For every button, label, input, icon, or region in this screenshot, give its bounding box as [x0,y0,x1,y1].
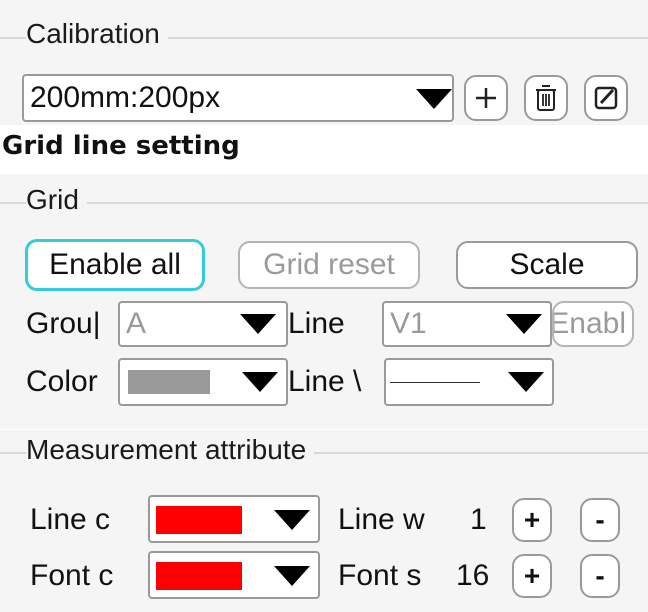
chevron-down-icon [240,314,276,334]
line-color-select[interactable] [148,495,320,543]
line-width-increase-button[interactable]: + [512,498,552,542]
group-select[interactable]: A [118,301,288,347]
grid-title: Grid [26,184,87,216]
line-width-measure-label: Line w [338,503,425,536]
font-color-label: Font c [30,559,114,592]
line-color-swatch [156,506,242,534]
group-select-value: A [126,307,147,340]
enable-line-label: Enabl [552,307,626,340]
measurement-title: Measurement attribute [26,434,315,466]
chevron-down-icon [508,372,544,392]
grid-line-setting-heading: Grid line setting [2,131,240,161]
line-width-value: 1 [470,503,487,536]
font-size-increase-button[interactable]: + [512,554,552,598]
color-label: Color [26,365,98,398]
calibration-divider-left [0,37,18,39]
group-label: Grou| [26,307,101,340]
calibration-select[interactable]: 200mm:200px [22,74,454,122]
chevron-down-icon [416,89,452,109]
line-select-value: V1 [390,307,427,340]
line-width-decrease-button[interactable]: - [580,498,620,542]
chevron-down-icon [274,510,310,530]
line-select[interactable]: V1 [382,301,552,347]
edit-icon [594,86,618,110]
font-size-decrease-button[interactable]: - [580,554,620,598]
chevron-down-icon [242,372,278,392]
font-color-swatch [156,562,242,590]
calibration-select-value: 200mm:200px [30,81,221,114]
line-width-label: Line \ [288,365,362,398]
delete-calibration-button[interactable] [524,75,568,121]
enable-all-button[interactable]: Enable all [25,239,205,291]
grid-color-swatch [128,370,210,394]
add-calibration-button[interactable] [464,75,508,121]
enable-line-button[interactable]: Enabl [552,301,634,347]
edit-calibration-button[interactable] [584,75,628,121]
font-color-select[interactable] [148,551,320,599]
chevron-down-icon [506,314,542,334]
calibration-title: Calibration [26,18,168,50]
font-size-label: Font s [338,559,422,592]
trash-icon [536,85,556,111]
line-color-label: Line c [30,503,111,536]
scale-button[interactable]: Scale [456,241,638,289]
chevron-down-icon [274,566,310,586]
grid-color-select[interactable] [118,358,288,406]
grid-reset-button[interactable]: Grid reset [238,241,420,289]
line-label: Line [288,307,345,340]
line-style-select[interactable] [384,358,554,406]
grid-divider [0,202,648,204]
plus-icon [476,88,496,108]
line-style-preview [390,382,480,383]
font-size-value: 16 [456,559,490,592]
